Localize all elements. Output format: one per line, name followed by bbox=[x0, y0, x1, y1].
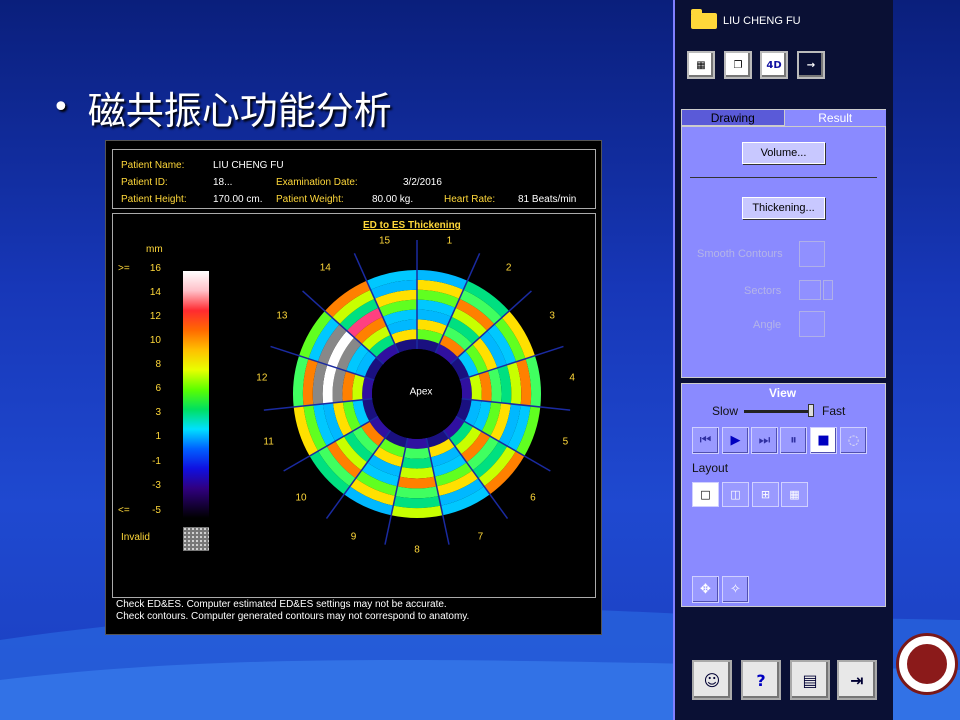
patient-id-label: Patient ID: bbox=[121, 177, 168, 188]
step-back-icon[interactable]: ⏮ bbox=[692, 427, 719, 454]
layout-single-icon[interactable]: □ bbox=[692, 482, 719, 507]
layout-four-icon[interactable]: ⊞ bbox=[752, 482, 779, 507]
university-seal-icon bbox=[896, 633, 958, 695]
tab-result[interactable]: Result bbox=[784, 109, 886, 126]
sectors-spinner[interactable] bbox=[799, 280, 821, 300]
segment-label: 13 bbox=[276, 310, 288, 322]
patient-folder[interactable]: LIU CHENG FU bbox=[691, 9, 801, 29]
time-curve-icon[interactable]: → bbox=[797, 51, 825, 79]
smooth-contours-label: Smooth Contours bbox=[697, 248, 783, 260]
pause-icon[interactable]: ⏸ bbox=[780, 427, 807, 454]
patient-name-value: LIU CHENG FU bbox=[213, 160, 284, 171]
patient-name-label: Patient Name: bbox=[121, 160, 185, 171]
speed-slow-label: Slow bbox=[712, 404, 739, 418]
patient-weight-label: Patient Weight: bbox=[276, 194, 344, 205]
bullseye-cell bbox=[403, 447, 431, 459]
segment-label: 8 bbox=[414, 544, 420, 556]
patient-folder-name: LIU CHENG FU bbox=[723, 15, 801, 27]
sectors-spin-arrows-icon[interactable] bbox=[823, 280, 833, 300]
folder-icon bbox=[691, 9, 717, 29]
exam-date-label: Examination Date: bbox=[276, 177, 358, 188]
loop-icon[interactable]: ◌ bbox=[840, 427, 867, 454]
document-icon[interactable]: ▤ bbox=[790, 660, 830, 700]
patient-id-value: 18... bbox=[213, 177, 233, 188]
result-panel: Volume... Thickening... Smooth Contours … bbox=[681, 126, 886, 378]
bullseye-cell bbox=[405, 438, 429, 449]
apex-label: Apex bbox=[409, 386, 433, 398]
speed-slider-track[interactable] bbox=[744, 410, 812, 413]
layout-eight-icon[interactable]: ▦ bbox=[781, 482, 808, 507]
segment-label: 4 bbox=[569, 372, 575, 384]
angle-label: Angle bbox=[753, 319, 782, 331]
help-icon[interactable]: ? bbox=[741, 660, 781, 700]
layout-label: Layout bbox=[692, 461, 729, 475]
slide-title: • 磁共振心功能分析 bbox=[52, 80, 392, 135]
bullet-icon: • bbox=[52, 90, 70, 125]
segment-label: 5 bbox=[562, 436, 569, 448]
step-forward-icon[interactable]: ⏭ bbox=[751, 427, 778, 454]
segment-label: 14 bbox=[319, 262, 331, 274]
series-stack-icon[interactable]: ❐ bbox=[724, 51, 752, 79]
control-panel: LIU CHENG FU ▦ ❐ 4D → Drawing Result Vol… bbox=[673, 0, 893, 720]
segment-label: 7 bbox=[477, 531, 484, 542]
play-icon[interactable]: ▶ bbox=[722, 427, 749, 454]
cursor-tool-icon[interactable]: ✥ bbox=[692, 576, 719, 603]
segment-label: 1 bbox=[446, 235, 453, 247]
segment-label: 2 bbox=[505, 262, 512, 274]
thickening-button[interactable]: Thickening... bbox=[742, 197, 825, 219]
exam-date-value: 3/2/2016 bbox=[403, 177, 442, 188]
heart-rate-label: Heart Rate: bbox=[444, 194, 496, 205]
volume-button[interactable]: Volume... bbox=[742, 142, 825, 164]
slide-title-text: 磁共振心功能分析 bbox=[87, 89, 392, 133]
patient-height-value: 170.00 cm. bbox=[213, 194, 263, 205]
segment-label: 6 bbox=[530, 492, 536, 504]
exit-icon[interactable]: ⇥ bbox=[837, 660, 877, 700]
segment-label: 3 bbox=[549, 310, 555, 322]
speed-slider-thumb[interactable] bbox=[808, 404, 814, 417]
heart-rate-value: 81 Beats/min bbox=[518, 194, 577, 205]
sectors-label: Sectors bbox=[744, 285, 782, 297]
report-head-icon[interactable]: ☺ bbox=[692, 660, 732, 700]
patient-weight-value: 80.00 kg. bbox=[372, 194, 414, 205]
patient-info-box: Patient Name: LIU CHENG FU Patient ID: 1… bbox=[112, 149, 596, 209]
4d-icon[interactable]: 4D bbox=[760, 51, 788, 79]
stop-icon[interactable]: ■ bbox=[810, 427, 837, 454]
tab-drawing[interactable]: Drawing bbox=[681, 109, 785, 126]
view-heading: View bbox=[769, 386, 797, 400]
tab-bar: Drawing Result bbox=[681, 109, 886, 126]
divider bbox=[690, 177, 877, 178]
bullseye-cell bbox=[399, 466, 435, 479]
smooth-contours-icon[interactable] bbox=[799, 241, 825, 267]
footer-warning-2: Check contours. Computer generated conto… bbox=[116, 611, 470, 622]
angle-icon[interactable] bbox=[799, 311, 825, 337]
segment-label: 11 bbox=[263, 436, 274, 448]
grid-view-icon[interactable]: ▦ bbox=[687, 51, 715, 79]
segment-label: 15 bbox=[379, 235, 391, 247]
footer-warning-1: Check ED&ES. Computer estimated ED&ES se… bbox=[116, 599, 447, 610]
patient-height-label: Patient Height: bbox=[121, 194, 187, 205]
segment-label: 9 bbox=[350, 531, 357, 542]
segment-label: 10 bbox=[295, 492, 307, 504]
bulb-tool-icon[interactable]: ✧ bbox=[722, 576, 749, 603]
thickening-report: Patient Name: LIU CHENG FU Patient ID: 1… bbox=[105, 140, 602, 635]
bullseye-cell bbox=[401, 457, 433, 469]
bullseye-plot-area: ED to ES Thickening mm >= 16 14 12 10 8 … bbox=[112, 213, 596, 598]
segment-label: 12 bbox=[256, 372, 268, 384]
view-panel: View Slow Fast ⏮ ▶ ⏭ ⏸ ■ ◌ Layout □ ◫ ⊞ … bbox=[681, 383, 886, 607]
layout-two-icon[interactable]: ◫ bbox=[722, 482, 749, 507]
speed-fast-label: Fast bbox=[822, 404, 846, 418]
